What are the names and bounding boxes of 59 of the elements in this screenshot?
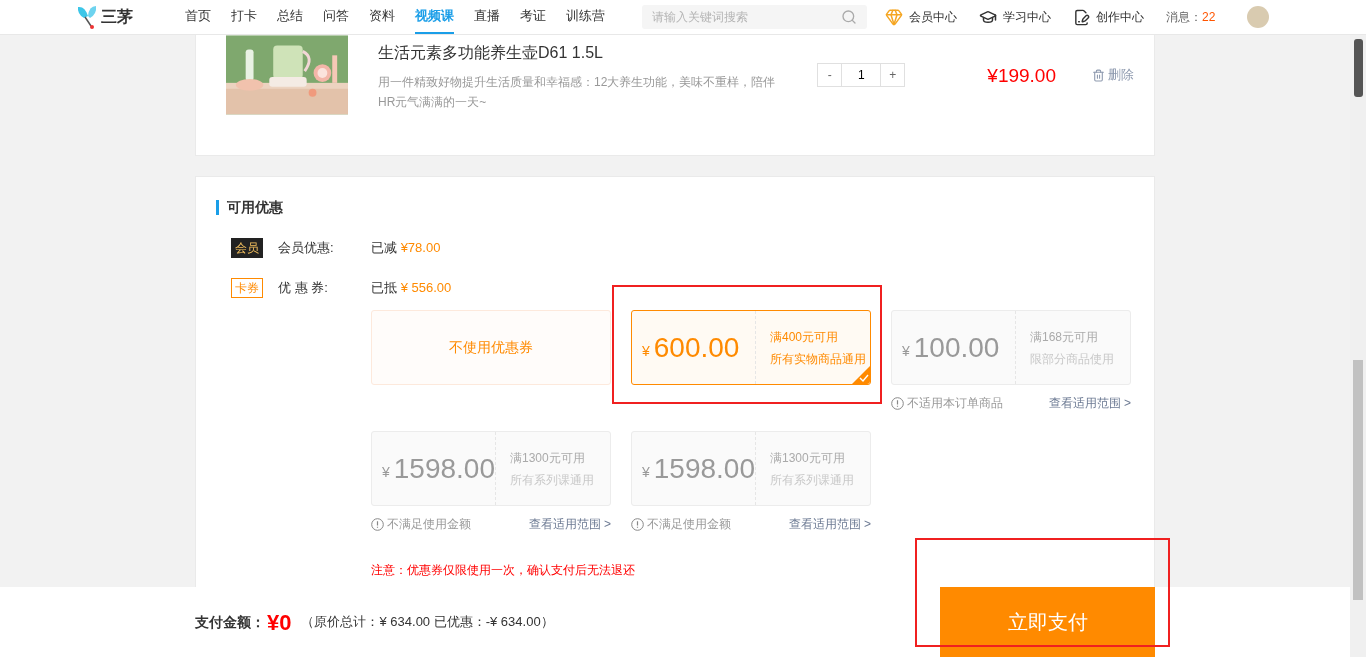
payment-label: 支付金额： bbox=[195, 612, 265, 632]
currency-symbol: ¥ bbox=[642, 463, 650, 482]
coupon-note: 不满足使用金额 bbox=[387, 516, 471, 533]
coupon-amount: 100.00 bbox=[913, 330, 1000, 365]
nav-tab[interactable]: 资料 bbox=[369, 0, 395, 34]
logo-icon bbox=[75, 4, 99, 30]
currency-symbol: ¥ bbox=[902, 342, 910, 361]
info-icon bbox=[371, 517, 384, 531]
nav-tab[interactable]: 总结 bbox=[277, 0, 303, 34]
currency-symbol: ¥ bbox=[642, 342, 650, 361]
coupon-amount: 600.00 bbox=[653, 330, 740, 365]
diamond-icon bbox=[885, 8, 903, 26]
section-title: 可用优惠 bbox=[227, 198, 283, 217]
discount-tag: 卡券 bbox=[231, 278, 263, 298]
payment-detail: （原价总计：¥ 634.00 已优惠：-¥ 634.00） bbox=[301, 613, 554, 632]
product-price: ¥199.00 bbox=[987, 64, 1056, 86]
increase-button[interactable]: + bbox=[880, 64, 905, 86]
decrease-button[interactable]: - bbox=[818, 64, 843, 86]
quantity-field[interactable]: 1 bbox=[842, 64, 881, 86]
nav-tab[interactable]: 首页 bbox=[185, 0, 211, 34]
info-icon bbox=[891, 396, 904, 410]
coupon-condition: 满168元可用 bbox=[1030, 328, 1100, 346]
nav-tab[interactable]: 打卡 bbox=[231, 0, 257, 34]
header-link[interactable]: 创作中心 bbox=[1096, 8, 1144, 26]
header-link[interactable]: 会员中心 bbox=[909, 8, 957, 26]
coupon-condition: 满1300元可用 bbox=[510, 449, 586, 467]
logo-text[interactable]: 三茅 bbox=[101, 5, 133, 29]
trash-icon[interactable] bbox=[1092, 68, 1105, 82]
payment-total: ¥0 bbox=[267, 608, 292, 637]
nav-tab[interactable]: 问答 bbox=[323, 0, 349, 34]
coupon-amount: 1598.00 bbox=[653, 451, 755, 486]
discount-tag: 会员 bbox=[231, 238, 263, 258]
discount-label: 会员优惠: bbox=[278, 239, 335, 258]
product-title: 生活元素多功能养生壶D61 1.5L bbox=[378, 43, 604, 63]
checked-corner-icon bbox=[852, 366, 870, 384]
currency-symbol: ¥ bbox=[382, 463, 390, 482]
nav-tab[interactable]: 考证 bbox=[520, 0, 546, 34]
header-link[interactable]: 学习中心 bbox=[1003, 8, 1051, 26]
messages-label[interactable]: 消息： bbox=[1166, 8, 1202, 26]
product-description: 用一件精致好物提升生活质量和幸福感：12大养生功能，美味不重样，陪伴HR元气满满的一天~ bbox=[378, 74, 777, 111]
search-icon[interactable] bbox=[841, 9, 857, 25]
search-box[interactable]: 请输入关键词搜索 bbox=[642, 5, 867, 29]
graduation-cap-icon bbox=[979, 8, 997, 26]
info-icon bbox=[631, 517, 644, 531]
edit-icon bbox=[1073, 8, 1090, 26]
nav-tab[interactable]: 训练营 bbox=[566, 0, 605, 34]
coupon-condition: 满1300元可用 bbox=[770, 449, 846, 467]
coupon-condition: 满400元可用 bbox=[770, 328, 840, 346]
discount-label: 优 惠 券: bbox=[278, 279, 329, 298]
notice-text: 注意：优惠券仅限使用一次，确认支付后无法退还 bbox=[371, 562, 636, 579]
nav-tab[interactable]: 直播 bbox=[474, 0, 500, 34]
user-avatar[interactable] bbox=[1247, 6, 1270, 28]
discount-value: 已抵 ¥ 556.00 bbox=[371, 279, 452, 298]
coupon-note: 不满足使用金额 bbox=[647, 516, 731, 533]
search-field[interactable]: 请输入关键词搜索 bbox=[652, 8, 822, 26]
coupon-note: 不适用本订单商品 bbox=[907, 395, 1003, 412]
coupon-scope: 所有实物商品通用 bbox=[770, 350, 866, 368]
coupon-amount: 1598.00 bbox=[393, 451, 495, 486]
discount-value: 已减 ¥78.00 bbox=[371, 239, 441, 258]
